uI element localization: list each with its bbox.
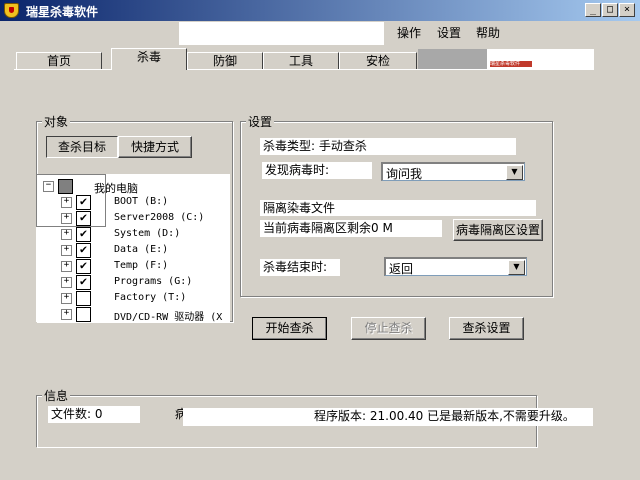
tree-drive-row[interactable]: + Factory (T:) xyxy=(36,290,230,306)
drive-checkbox[interactable]: ✔ xyxy=(76,259,91,274)
drive-label: System (D:) xyxy=(114,228,181,239)
tab-defense[interactable]: 防御 xyxy=(187,52,263,69)
info-group-label: 信息 xyxy=(42,387,71,404)
tree-drive-row[interactable]: + ✔ Temp (F:) xyxy=(36,258,230,274)
drive-label: BOOT (B:) xyxy=(114,196,169,207)
on-finish-label: 杀毒结束时: xyxy=(260,259,340,276)
chevron-down-icon[interactable]: ▼ xyxy=(506,165,523,180)
objects-group-label: 对象 xyxy=(42,113,71,130)
maximize-button[interactable]: □ xyxy=(602,3,618,17)
drive-checkbox[interactable]: ✔ xyxy=(76,275,91,290)
expand-icon[interactable]: + xyxy=(61,197,72,208)
window-title: 瑞星杀毒软件 xyxy=(26,5,99,19)
on-virus-select[interactable]: 询问我 ▼ xyxy=(381,162,525,181)
drive-label: Data (E:) xyxy=(114,244,169,255)
drive-label: Temp (F:) xyxy=(114,260,169,271)
scan-target-button[interactable]: 查杀目标 xyxy=(46,136,118,158)
menu-help[interactable]: 帮助 xyxy=(476,24,500,41)
tab-check[interactable]: 安检 xyxy=(339,52,417,69)
tree-drive-row[interactable]: + ✔ BOOT (B:) xyxy=(36,194,230,210)
quarantine-settings-button[interactable]: 病毒隔离区设置 xyxy=(453,219,543,241)
drive-checkbox[interactable]: ✔ xyxy=(76,195,91,210)
expand-icon[interactable]: + xyxy=(61,261,72,272)
header-blank-area xyxy=(179,22,384,45)
drive-checkbox[interactable] xyxy=(76,291,91,306)
drive-checkbox[interactable]: ✔ xyxy=(76,227,91,242)
chevron-down-icon[interactable]: ▼ xyxy=(508,260,525,275)
scan-type-field: 杀毒类型: 手动查杀 xyxy=(260,138,516,155)
expand-icon[interactable]: + xyxy=(61,309,72,320)
minimize-button[interactable]: _ xyxy=(585,3,601,17)
on-virus-label: 发现病毒时: xyxy=(262,162,372,179)
tab-strip-empty xyxy=(418,49,487,69)
quarantine-label: 隔离染毒文件 xyxy=(260,200,536,216)
tab-tools[interactable]: 工具 xyxy=(263,52,339,69)
expand-icon[interactable]: + xyxy=(61,213,72,224)
menu-operate[interactable]: 操作 xyxy=(397,24,421,41)
tree-drive-row[interactable]: + ✔ System (D:) xyxy=(36,226,230,242)
scan-target-tree[interactable]: − 我的电脑 + ✔ BOOT (B:) + ✔ Server2008 (C:) + ✔ Sys… xyxy=(36,174,230,322)
drive-label: Factory (T:) xyxy=(114,292,187,303)
close-button[interactable]: × xyxy=(619,3,635,17)
file-count: 文件数: 0 xyxy=(48,406,140,423)
on-finish-value: 返回 xyxy=(389,262,414,276)
expand-icon[interactable]: + xyxy=(61,277,72,288)
on-finish-select[interactable]: 返回 ▼ xyxy=(384,257,527,276)
drive-checkbox[interactable] xyxy=(76,307,91,322)
drive-label: DVD/CD-RW 驱动器 (X xyxy=(114,312,223,322)
drive-checkbox[interactable]: ✔ xyxy=(76,211,91,226)
start-scan-button[interactable]: 开始查杀 xyxy=(252,317,327,340)
tree-drive-row[interactable]: + DVD/CD-RW 驱动器 (X xyxy=(36,306,230,322)
drive-checkbox[interactable]: ✔ xyxy=(76,243,91,258)
banner-label: 瑞星杀毒软件 xyxy=(490,61,532,67)
expand-icon[interactable]: + xyxy=(61,229,72,240)
stop-scan-button[interactable]: 停止查杀 xyxy=(351,317,426,340)
tab-home[interactable]: 首页 xyxy=(16,52,102,69)
expand-icon[interactable]: + xyxy=(61,245,72,256)
shortcut-button[interactable]: 快捷方式 xyxy=(118,136,192,158)
tab-scan[interactable]: 杀毒 xyxy=(111,48,187,70)
tab-baseline xyxy=(14,69,594,70)
settings-group-label: 设置 xyxy=(246,113,275,130)
tree-drive-row[interactable]: + ✔ Programs (G:) xyxy=(36,274,230,290)
title-bar: 瑞星杀毒软件 _ □ × xyxy=(0,0,640,21)
scan-settings-button[interactable]: 查杀设置 xyxy=(449,317,524,340)
menu-settings[interactable]: 设置 xyxy=(437,24,461,41)
expand-icon[interactable]: + xyxy=(61,293,72,304)
on-virus-value: 询问我 xyxy=(386,167,423,181)
program-version: 程序版本: 21.00.40 已是最新版本,不需要升级。 xyxy=(314,409,575,423)
tree-drive-row[interactable]: + ✔ Data (E:) xyxy=(36,242,230,258)
drive-label: Programs (G:) xyxy=(114,276,193,287)
banner-image: 瑞星杀毒软件 xyxy=(487,49,594,69)
app-shield-icon xyxy=(4,3,19,18)
quarantine-remaining: 当前病毒隔离区剩余0 M xyxy=(260,220,442,237)
tree-drive-row[interactable]: + ✔ Server2008 (C:) xyxy=(36,210,230,226)
drive-label: Server2008 (C:) xyxy=(114,212,205,223)
